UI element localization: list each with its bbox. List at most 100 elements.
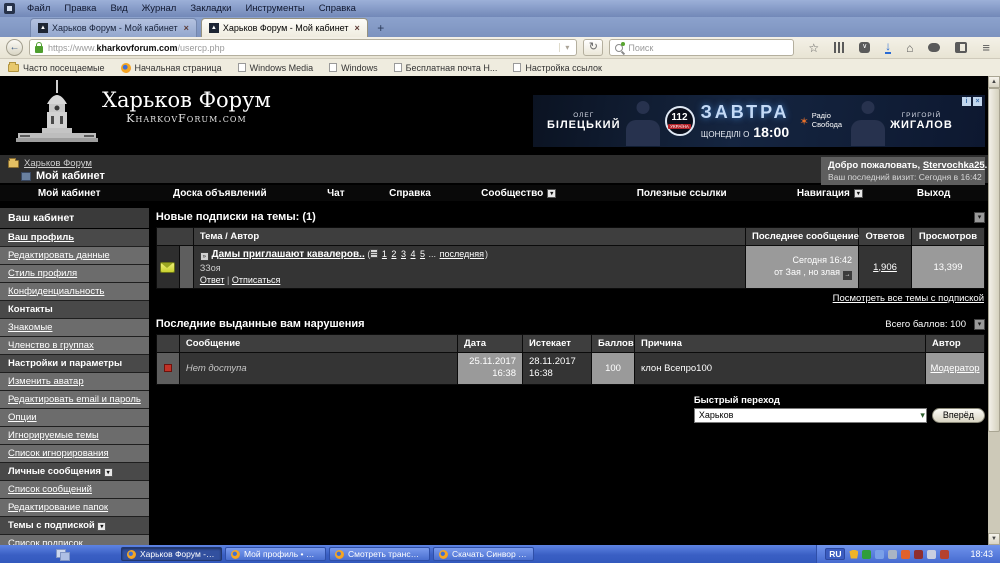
tray-network-icon[interactable]	[940, 549, 950, 559]
collapse-icon[interactable]	[974, 318, 985, 330]
tray-icon-1[interactable]	[849, 549, 859, 559]
forum-jump-select[interactable]: Харьков ▾	[693, 407, 927, 423]
sidebar-item-options[interactable]: Опции	[0, 409, 149, 427]
tray-icon-4[interactable]	[901, 549, 911, 559]
taskbar-button-download[interactable]: Скачать Синвор Роб...	[433, 547, 534, 561]
go-button[interactable]: Вперёд	[931, 407, 985, 423]
tab-close-icon[interactable]: ×	[184, 23, 189, 33]
menu-tools[interactable]: Инструменты	[238, 2, 311, 15]
sidebar-item-groups[interactable]: Членство в группах	[0, 337, 149, 355]
language-indicator[interactable]: RU	[825, 548, 846, 560]
sidebar-item-message-list[interactable]: Список сообщений	[0, 481, 149, 499]
page-link[interactable]: 5	[420, 249, 425, 259]
unsubscribe-link[interactable]: Отписаться	[232, 275, 281, 285]
url-dropdown-icon[interactable]: ▾	[559, 43, 571, 52]
tab-2[interactable]: ▲ Харьков Форум - Мой кабинет ×	[200, 18, 368, 37]
menu-hamburger-icon[interactable]: ≡	[982, 40, 990, 55]
home-icon[interactable]: ⌂	[906, 41, 913, 55]
sidebar-toggle-icon[interactable]	[955, 42, 968, 53]
breadcrumb-root-link[interactable]: Харьков Форум	[24, 158, 92, 169]
ad-info-icon[interactable]: i	[962, 97, 971, 106]
sidebar-item-profile[interactable]: Ваш профиль	[0, 229, 149, 247]
taskbar-button-olx[interactable]: Мой профиль • OLX.u...	[225, 547, 326, 561]
goto-last-post-icon[interactable]	[843, 271, 852, 281]
page-link[interactable]: 3	[401, 249, 406, 259]
page-link[interactable]: 4	[410, 249, 415, 259]
show-desktop-icon[interactable]	[56, 548, 70, 561]
nav-help[interactable]: Справка	[370, 188, 449, 199]
tray-icon-6[interactable]	[953, 550, 962, 559]
bookmark-links-setup[interactable]: Настройка ссылок	[513, 63, 602, 73]
ad-banner[interactable]: ОЛЕГ БІЛЕЦЬКИЙ 112 УКРАЇНА ЗАВТРА ЩОНЕДІ…	[533, 95, 985, 147]
url-bar[interactable]: https://www.kharkovforum.com/usercp.php …	[29, 39, 578, 56]
sidebar-item-edit-email-password[interactable]: Редактировать email и пароль	[0, 391, 149, 409]
sidebar-item-profile-style[interactable]: Стиль профиля	[0, 265, 149, 283]
sidebar-item-subscription-list[interactable]: Список подписок	[0, 535, 149, 545]
nav-logout[interactable]: Выход	[884, 188, 983, 199]
menu-history[interactable]: Журнал	[135, 2, 184, 15]
tray-icon-2[interactable]	[875, 549, 885, 559]
nav-usercp[interactable]: Мой кабинет	[0, 188, 138, 199]
tray-volume-icon[interactable]	[914, 549, 924, 559]
bookmark-most-visited[interactable]: Часто посещаемые	[8, 61, 105, 73]
menu-edit[interactable]: Правка	[57, 2, 103, 15]
menu-file[interactable]: Файл	[20, 2, 57, 15]
sidebar-item-friends[interactable]: Знакомые	[0, 319, 149, 337]
library-icon[interactable]	[834, 42, 845, 53]
pocket-icon[interactable]	[859, 42, 871, 53]
nav-community[interactable]: Сообщество	[450, 188, 588, 199]
logo-text: Харьков Форум KharkovForum.com	[102, 88, 271, 125]
thread-title-link[interactable]: Дамы приглашают кавалеров..	[211, 249, 364, 260]
site-logo[interactable]: Харьков Форум KharkovForum.com	[16, 80, 271, 144]
taskbar-button-stream[interactable]: Смотреть трансляци...	[329, 547, 430, 561]
sidebar-item-ignore-list[interactable]: Список игнорирования	[0, 445, 149, 463]
menu-bookmarks[interactable]: Закладки	[183, 2, 238, 15]
view-all-subscriptions-link[interactable]: Посмотреть все темы с подпиской	[833, 293, 984, 304]
tray-shield-icon[interactable]	[862, 549, 872, 559]
menu-help[interactable]: Справка	[312, 2, 363, 15]
replies-count-link[interactable]: 1,906	[873, 262, 897, 273]
reply-link[interactable]: Ответ	[200, 275, 225, 285]
moderator-link[interactable]: Модератор	[930, 363, 979, 374]
scrollbar-thumb[interactable]	[988, 88, 1000, 432]
page-scrollbar[interactable]: ▲ ▼	[988, 76, 1000, 545]
page-icon	[513, 63, 522, 72]
search-box[interactable]	[609, 39, 795, 56]
tray-icon-3[interactable]	[888, 549, 898, 559]
tab-1[interactable]: ▲ Харьков Форум - Мой кабинет ×	[30, 18, 197, 37]
sidebar-item-edit-details[interactable]: Редактировать данные	[0, 247, 149, 265]
reload-button[interactable]: ↻	[583, 39, 604, 56]
nav-navigation[interactable]: Навигация	[776, 188, 885, 199]
bookmark-windows-media[interactable]: Windows Media	[237, 63, 313, 73]
thread-goto-icon[interactable]	[199, 252, 209, 261]
collapse-icon[interactable]	[974, 211, 985, 223]
nav-board[interactable]: Доска объявлений	[138, 188, 301, 199]
bookmark-star-icon[interactable]: ☆	[808, 41, 819, 55]
sidebar-item-edit-avatar[interactable]: Изменить аватар	[0, 373, 149, 391]
menu-view[interactable]: Вид	[103, 2, 134, 15]
bookmark-home-page[interactable]: Начальная страница	[120, 62, 222, 73]
search-input[interactable]	[628, 42, 789, 53]
bookmark-windows[interactable]: Windows	[329, 63, 378, 73]
download-icon[interactable]: ↓	[885, 40, 892, 54]
nav-chat[interactable]: Чат	[301, 188, 370, 199]
scroll-up-icon[interactable]: ▲	[988, 76, 1000, 88]
new-tab-button[interactable]: +	[372, 20, 390, 37]
page-link[interactable]: 1	[382, 249, 387, 259]
sidebar-item-edit-folders-pm[interactable]: Редактирование папок	[0, 499, 149, 517]
sidebar-item-ignored-threads[interactable]: Игнорируемые темы	[0, 427, 149, 445]
last-page-link[interactable]: последняя	[440, 249, 484, 259]
back-button[interactable]: ←	[6, 39, 23, 56]
nav-useful-links[interactable]: Полезные ссылки	[588, 188, 776, 199]
taskbar-button-kharkov-forum[interactable]: Харьков Форум - Мой...	[121, 547, 222, 561]
bookmark-free-mail[interactable]: Бесплатная почта H...	[393, 63, 497, 73]
ad-close-icon[interactable]: ×	[973, 97, 982, 106]
page-link[interactable]: 2	[391, 249, 396, 259]
username-link[interactable]: Stervochka25	[923, 160, 985, 171]
scroll-down-icon[interactable]: ▼	[988, 533, 1000, 545]
violation-date-cell: 25.11.2017 16:38	[458, 353, 522, 384]
messenger-icon[interactable]	[928, 43, 941, 52]
sidebar-item-privacy[interactable]: Конфиденциальность	[0, 283, 149, 301]
tray-icon-5[interactable]	[927, 549, 937, 559]
tab-close-icon[interactable]: ×	[355, 23, 360, 33]
